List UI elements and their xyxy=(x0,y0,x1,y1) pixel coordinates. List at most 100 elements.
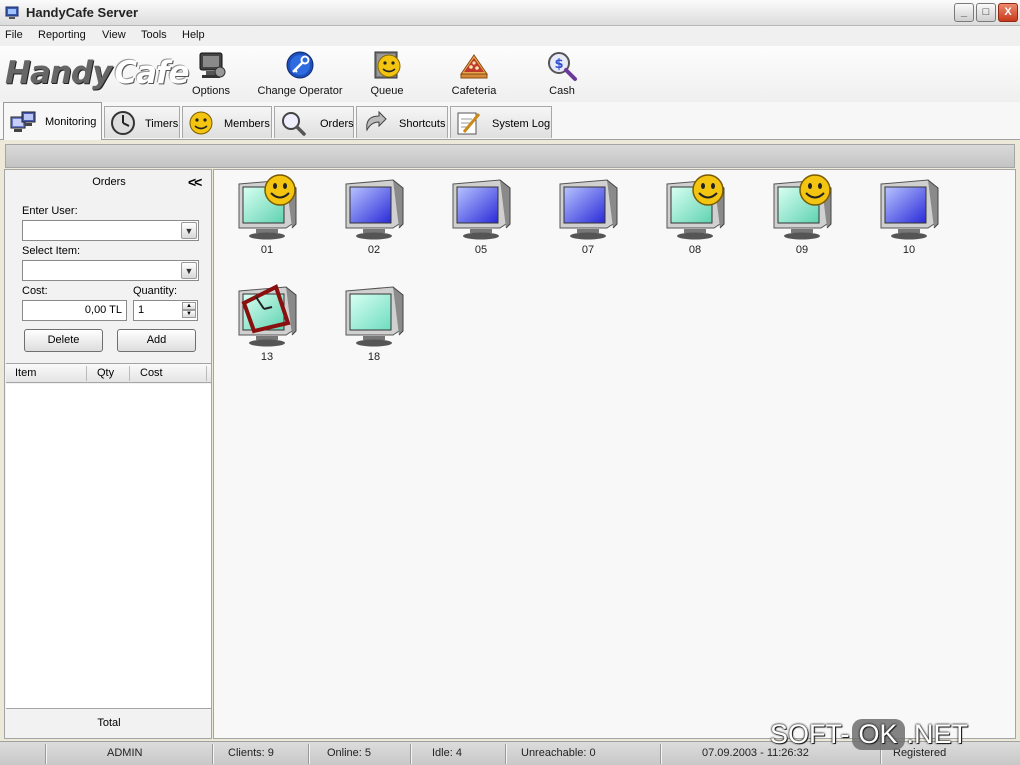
minimize-button[interactable]: _ xyxy=(954,3,974,22)
tab-orders[interactable]: Orders xyxy=(274,106,354,138)
quantity-label: Quantity: xyxy=(133,285,178,297)
change-operator-button[interactable]: Change Operator xyxy=(250,50,350,97)
queue-button[interactable]: Queue xyxy=(337,50,437,97)
status-divider xyxy=(308,744,310,764)
menu-file[interactable]: File xyxy=(5,29,23,41)
tab-monitoring[interactable]: Monitoring xyxy=(3,102,102,140)
toolbar: HandyCafe Options Change Operator Queue … xyxy=(0,46,1020,102)
client-09[interactable]: 09 xyxy=(767,172,837,262)
status-clients: Clients: 9 xyxy=(228,747,274,759)
client-label: 10 xyxy=(902,244,916,256)
smiley-icon xyxy=(264,174,296,206)
orders-grid-header: Item Qty Cost xyxy=(6,363,211,383)
client-label: 08 xyxy=(688,244,702,256)
menu-reporting[interactable]: Reporting xyxy=(38,29,86,41)
smiley-icon xyxy=(799,174,831,206)
tab-shortcuts[interactable]: Shortcuts xyxy=(356,106,448,138)
monitor-icon xyxy=(452,179,511,240)
tab-system-log[interactable]: System Log xyxy=(450,106,552,138)
client-label: 09 xyxy=(795,244,809,256)
soft-ok-watermark: SOFT- OK .NET xyxy=(770,719,969,750)
column-divider[interactable] xyxy=(129,366,130,381)
enter-user-combobox[interactable]: ▼ xyxy=(22,220,199,241)
orders-icon xyxy=(282,112,306,136)
client-10[interactable]: 10 xyxy=(874,172,944,262)
system-log-icon xyxy=(457,112,481,135)
client-label: 07 xyxy=(581,244,595,256)
monitor-icon xyxy=(880,179,939,240)
column-cost[interactable]: Cost xyxy=(140,367,163,379)
quantity-stepper[interactable]: 1 ▲ ▼ xyxy=(133,300,198,321)
orders-list[interactable] xyxy=(6,384,211,709)
column-divider[interactable] xyxy=(86,366,87,381)
menu-help[interactable]: Help xyxy=(182,29,205,41)
shortcuts-icon xyxy=(366,110,387,132)
status-divider xyxy=(660,744,662,764)
status-idle: Idle: 4 xyxy=(432,747,462,759)
quantity-value: 1 xyxy=(138,304,145,316)
status-divider xyxy=(505,744,507,764)
spin-up-icon[interactable]: ▲ xyxy=(182,302,196,310)
window-title: HandyCafe Server xyxy=(26,5,138,20)
client-05[interactable]: 05 xyxy=(446,172,516,262)
client-13[interactable]: 13 xyxy=(232,279,302,369)
smiley-icon xyxy=(692,174,724,206)
status-divider xyxy=(410,744,412,764)
monitor-icon xyxy=(345,179,404,240)
client-07[interactable]: 07 xyxy=(553,172,623,262)
cost-label: Cost: xyxy=(22,285,48,297)
cash-button[interactable]: $ Cash xyxy=(512,50,612,97)
client-08[interactable]: 08 xyxy=(660,172,730,262)
column-divider[interactable] xyxy=(206,366,207,381)
monitor-icon xyxy=(773,174,832,240)
client-label: 02 xyxy=(367,244,381,256)
chevron-down-icon[interactable]: ▼ xyxy=(181,262,197,279)
key-icon xyxy=(286,51,314,79)
orders-panel: Orders << Enter User: ▼ Select Item: ▼ C… xyxy=(4,169,212,739)
status-divider xyxy=(212,744,214,764)
client-label: 18 xyxy=(367,351,381,363)
column-item[interactable]: Item xyxy=(15,367,36,379)
chevron-down-icon[interactable]: ▼ xyxy=(181,222,197,239)
quantity-spinner[interactable]: ▲ ▼ xyxy=(182,302,196,319)
members-icon xyxy=(189,111,213,135)
client-18[interactable]: 18 xyxy=(339,279,409,369)
menu-view[interactable]: View xyxy=(102,29,126,41)
column-qty[interactable]: Qty xyxy=(97,367,114,379)
tab-timers[interactable]: Timers xyxy=(104,106,180,138)
client-01[interactable]: 01 xyxy=(232,172,302,262)
app-icon xyxy=(5,6,19,19)
cash-icon: $ xyxy=(548,52,577,81)
monitor-icon xyxy=(559,179,618,240)
svg-text:$: $ xyxy=(554,57,563,72)
orders-panel-title: Orders xyxy=(92,176,126,188)
monitor-icon xyxy=(666,174,725,240)
cafeteria-button[interactable]: Cafeteria xyxy=(424,50,524,97)
select-item-label: Select Item: xyxy=(22,245,81,257)
add-button[interactable]: Add xyxy=(117,329,196,352)
total-label: Total xyxy=(97,717,121,729)
status-unreachable: Unreachable: 0 xyxy=(521,747,596,759)
maximize-button[interactable]: □ xyxy=(976,3,996,22)
client-label: 05 xyxy=(474,244,488,256)
monitor-icon xyxy=(345,286,404,347)
delete-button[interactable]: Delete xyxy=(24,329,103,352)
timer-icon xyxy=(111,111,135,135)
status-online: Online: 5 xyxy=(327,747,372,759)
status-operator: ADMIN xyxy=(107,747,143,759)
tab-members[interactable]: Members xyxy=(182,106,272,138)
monitor-icon xyxy=(238,174,297,240)
client-02[interactable]: 02 xyxy=(339,172,409,262)
options-button[interactable]: Options xyxy=(161,50,261,97)
monitoring-header-bar xyxy=(5,144,1015,168)
cost-field[interactable]: 0,00 TL xyxy=(22,300,127,321)
menu-tools[interactable]: Tools xyxy=(141,29,167,41)
collapse-panel-button[interactable]: << xyxy=(188,174,202,190)
spin-down-icon[interactable]: ▼ xyxy=(182,310,196,318)
enter-user-label: Enter User: xyxy=(22,205,78,217)
select-item-combobox[interactable]: ▼ xyxy=(22,260,199,281)
client-label: 01 xyxy=(260,244,274,256)
queue-icon xyxy=(374,51,401,79)
close-button[interactable]: X xyxy=(998,3,1018,22)
monitoring-icon xyxy=(10,111,36,132)
